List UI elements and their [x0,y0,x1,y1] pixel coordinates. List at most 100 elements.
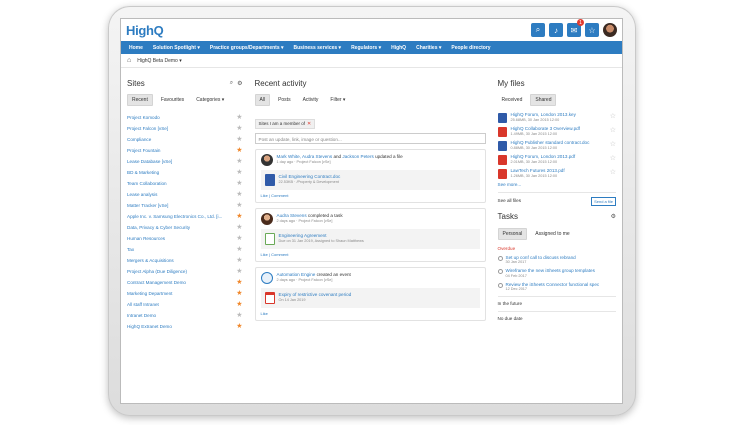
sites-list-item[interactable]: BD & Marketing ★ [127,167,243,178]
favourite-star-icon[interactable]: ★ [236,246,242,253]
tab-personal[interactable]: Personal [497,227,528,240]
nav-home[interactable]: Home [129,45,143,51]
file-name[interactable]: HighQ Forum, London 2013.key [511,112,576,118]
tab-all[interactable]: All [254,94,271,106]
tab-posts[interactable]: Posts [274,95,295,105]
tab-favourites[interactable]: Favourites [157,95,188,105]
nav-charities[interactable]: Charities ▾ [416,45,441,51]
site-name[interactable]: Tax [127,247,134,252]
actor-link[interactable]: Audra Stevens [277,213,307,218]
share-input[interactable]: Post an update, link, image or question.… [254,132,486,144]
favourite-star-icon[interactable]: ★ [236,312,242,319]
favourite-star-icon[interactable]: ★ [236,158,242,165]
sites-list-item[interactable]: Intranet Demo ★ [127,310,243,321]
favourite-star-icon[interactable]: ★ [236,147,242,154]
star-icon[interactable]: ☆ [610,126,616,134]
like-comment-links[interactable]: Like | Comment [261,193,480,198]
favourite-star-icon[interactable]: ★ [236,191,242,198]
sites-list-item[interactable]: Team Collaboration ★ [127,178,243,189]
site-name[interactable]: Project Komodo [127,115,160,120]
favourite-star-icon[interactable]: ★ [236,301,242,308]
sites-list-item[interactable]: HighQ Extranet Demo ★ [127,321,243,332]
site-name[interactable]: Project Falcon [vSe] [127,126,168,131]
favourite-star-icon[interactable]: ★ [236,169,242,176]
mail-icon[interactable]: ✉ 1 [567,19,584,37]
task-checkbox[interactable] [497,255,503,261]
star-icon[interactable]: ☆ [585,23,599,37]
task-checkbox[interactable] [497,282,503,288]
settings-icon[interactable]: ⚙ [611,213,616,220]
sites-list-item[interactable]: Matter Tracker [vSe] ★ [127,200,243,211]
tab-activity[interactable]: Activity [299,95,323,105]
star-icon[interactable]: ☆ [610,112,616,120]
star-icon[interactable]: ☆ [610,168,616,176]
site-name[interactable]: Project Alpha (Due Diligence) [127,269,187,274]
site-name[interactable]: Lease analysis [127,192,157,197]
highq-logo[interactable]: HighQ [126,23,164,38]
favourite-star-icon[interactable]: ★ [236,213,242,220]
star-icon[interactable]: ☆ [610,154,616,162]
like-comment-links[interactable]: Like | Comment [261,252,480,257]
tab-filter[interactable]: Filter ▾ [326,95,349,105]
file-name[interactable]: HighQ Collaborate 3 Overview.pdf [511,126,580,132]
task-item[interactable]: Set up conf call to discuss rebrand 30 Ja… [497,255,616,266]
sites-list-item[interactable]: Project Falcon [vSe] ★ [127,123,243,134]
sites-list-item[interactable]: Compliance ★ [127,134,243,145]
favourite-star-icon[interactable]: ★ [236,323,242,330]
nav-practice-groups[interactable]: Practice groups/Departments ▾ [210,45,284,51]
actor-link[interactable]: Mark White, Audra Stevens [277,154,333,159]
site-name[interactable]: Apple Inc. v. Samsung Electronics Co., L… [127,214,222,219]
task-item[interactable]: Review the iSheets Connector functional … [497,282,616,293]
actor-link[interactable]: Automation Engine [277,272,316,277]
nav-highq[interactable]: HighQ [391,45,406,51]
favourite-star-icon[interactable]: ★ [236,180,242,187]
actor-link[interactable]: Jackson Peters [342,154,373,159]
user-avatar[interactable] [603,23,617,37]
favourite-star-icon[interactable]: ★ [236,257,242,264]
search-icon[interactable]: ⌕ [230,80,233,87]
nav-people-directory[interactable]: People directory [451,45,490,51]
close-icon[interactable]: ✕ [307,121,311,127]
task-checkbox[interactable] [497,269,503,274]
sites-list-item[interactable]: Lease analysis ★ [127,189,243,200]
favourite-star-icon[interactable]: ★ [236,125,242,132]
sites-list-item[interactable]: Project Komodo ★ [127,112,243,123]
file-item[interactable]: HighQ Collaborate 3 Overview.pdf 1.49MB, … [497,126,616,137]
tab-shared[interactable]: Shared [530,94,557,106]
breadcrumb-site[interactable]: HighQ Beta Demo ▾ [137,58,181,64]
favourite-star-icon[interactable]: ★ [236,268,242,275]
tab-assigned[interactable]: Assigned to me [531,229,573,239]
site-name[interactable]: Human Resources [127,236,165,241]
site-name[interactable]: HighQ Extranet Demo [127,324,172,329]
nav-business-services[interactable]: Business services ▾ [294,45,342,51]
star-icon[interactable]: ☆ [610,140,616,148]
sites-list-item[interactable]: Project Fountain ★ [127,145,243,156]
like-link[interactable]: Like [261,311,480,316]
send-file-button[interactable]: Send a file [591,196,616,206]
nav-regulators[interactable]: Regulators ▾ [351,45,381,51]
site-name[interactable]: Lease Database [vSe] [127,159,172,164]
task-name[interactable]: Wireframe the new iSheets group template… [506,268,595,274]
sites-list-item[interactable]: All staff Intranet ★ [127,299,243,310]
file-name[interactable]: HighQ Publisher standard contract.doc [511,140,590,146]
site-name[interactable]: Matter Tracker [vSe] [127,203,168,208]
site-name[interactable]: BD & Marketing [127,170,159,175]
sites-list-item[interactable]: Data, Privacy & Cyber Security ★ [127,222,243,233]
task-item[interactable]: Wireframe the new iSheets group template… [497,268,616,279]
file-item[interactable]: HighQ Forum, London 2013.key 25.68MB, 30 … [497,112,616,123]
search-icon[interactable]: ⌕ [531,23,545,37]
site-name[interactable]: Project Fountain [127,148,160,153]
see-more-link[interactable]: See more... [498,182,616,188]
favourite-star-icon[interactable]: ★ [236,136,242,143]
site-name[interactable]: Data, Privacy & Cyber Security [127,225,190,230]
site-name[interactable]: Mergers & Acquisitions [127,258,174,263]
avatar[interactable] [260,212,273,225]
file-item[interactable]: HighQ Forum, London 2013.pdf 2.01MB, 30 J… [497,154,616,165]
site-name[interactable]: Compliance [127,137,151,142]
site-name[interactable]: Marketing Department [127,291,172,296]
site-name[interactable]: Contract Management Demo [127,280,186,285]
file-item[interactable]: LawTech Futures 2013.pdf 1.26MB, 30 Jan 2… [497,168,616,179]
settings-icon[interactable]: ⚙ [237,80,242,87]
file-item[interactable]: HighQ Publisher standard contract.doc 0.8… [497,140,616,151]
favourite-star-icon[interactable]: ★ [236,279,242,286]
